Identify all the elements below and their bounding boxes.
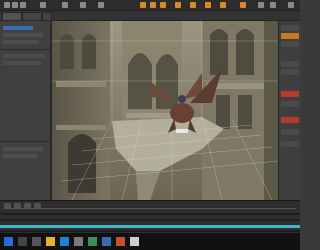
list-item-selected[interactable] <box>3 26 33 30</box>
list-item[interactable] <box>3 54 45 58</box>
camera-icon[interactable] <box>62 2 68 8</box>
texture-icon[interactable] <box>205 2 211 8</box>
window-icon[interactable] <box>258 2 264 8</box>
timeline-track[interactable] <box>0 213 300 215</box>
scale-icon[interactable] <box>40 2 46 8</box>
joint-icon[interactable] <box>150 2 156 8</box>
pane-tab[interactable] <box>281 101 299 107</box>
pane-tab[interactable] <box>281 129 299 135</box>
search-icon[interactable] <box>18 237 27 246</box>
timeline-track[interactable] <box>0 230 300 232</box>
media-icon[interactable] <box>116 237 125 246</box>
pose-icon[interactable] <box>140 2 146 8</box>
left-pane <box>0 21 52 201</box>
explorer-icon[interactable] <box>46 237 55 246</box>
list-item[interactable] <box>3 147 43 151</box>
layout-icon[interactable] <box>270 2 276 8</box>
divider <box>0 49 50 50</box>
light-icon[interactable] <box>80 2 86 8</box>
tab-more[interactable] <box>42 12 52 21</box>
move-icon[interactable] <box>12 2 18 8</box>
studio-icon[interactable] <box>130 237 139 246</box>
timeline-ruler[interactable] <box>4 208 296 209</box>
main-toolbar <box>0 0 300 11</box>
pane-tab-highlight[interactable] <box>281 117 299 123</box>
pane-tab[interactable] <box>281 61 299 67</box>
divider <box>0 141 50 142</box>
pane-tab[interactable] <box>281 41 299 47</box>
select-icon[interactable] <box>4 2 10 8</box>
start-icon[interactable] <box>4 237 13 246</box>
grid-icon[interactable] <box>175 2 181 8</box>
app-icon[interactable] <box>74 237 83 246</box>
list-item[interactable] <box>3 154 37 158</box>
pane-tab-highlight[interactable] <box>281 91 299 97</box>
list-item[interactable] <box>3 61 41 65</box>
pane-tab-active[interactable] <box>281 33 299 39</box>
list-item[interactable] <box>3 33 43 37</box>
timeline-panel <box>0 200 300 234</box>
spot-render-icon[interactable] <box>240 2 246 8</box>
pane-tab[interactable] <box>281 141 299 147</box>
tab-scene[interactable] <box>2 12 22 21</box>
scene-render <box>52 21 278 200</box>
morph-icon[interactable] <box>160 2 166 8</box>
timeline-track[interactable] <box>0 219 300 221</box>
3d-viewport[interactable] <box>52 21 278 200</box>
pane-tab-bar <box>0 11 300 21</box>
keyframe-track[interactable] <box>0 225 300 228</box>
browser-icon[interactable] <box>60 237 69 246</box>
list-item[interactable] <box>3 40 39 44</box>
pane-tab[interactable] <box>281 25 299 31</box>
close-icon[interactable] <box>288 2 294 8</box>
tab-content[interactable] <box>22 12 42 21</box>
mail-icon[interactable] <box>102 237 111 246</box>
store-icon[interactable] <box>88 237 97 246</box>
node-icon[interactable] <box>220 2 226 8</box>
render-icon[interactable] <box>98 2 104 8</box>
right-pane <box>278 21 301 200</box>
os-taskbar <box>0 233 300 250</box>
task-view-icon[interactable] <box>32 237 41 246</box>
rotate-icon[interactable] <box>20 2 26 8</box>
pane-tab[interactable] <box>281 69 299 75</box>
settings-icon[interactable] <box>190 2 196 8</box>
